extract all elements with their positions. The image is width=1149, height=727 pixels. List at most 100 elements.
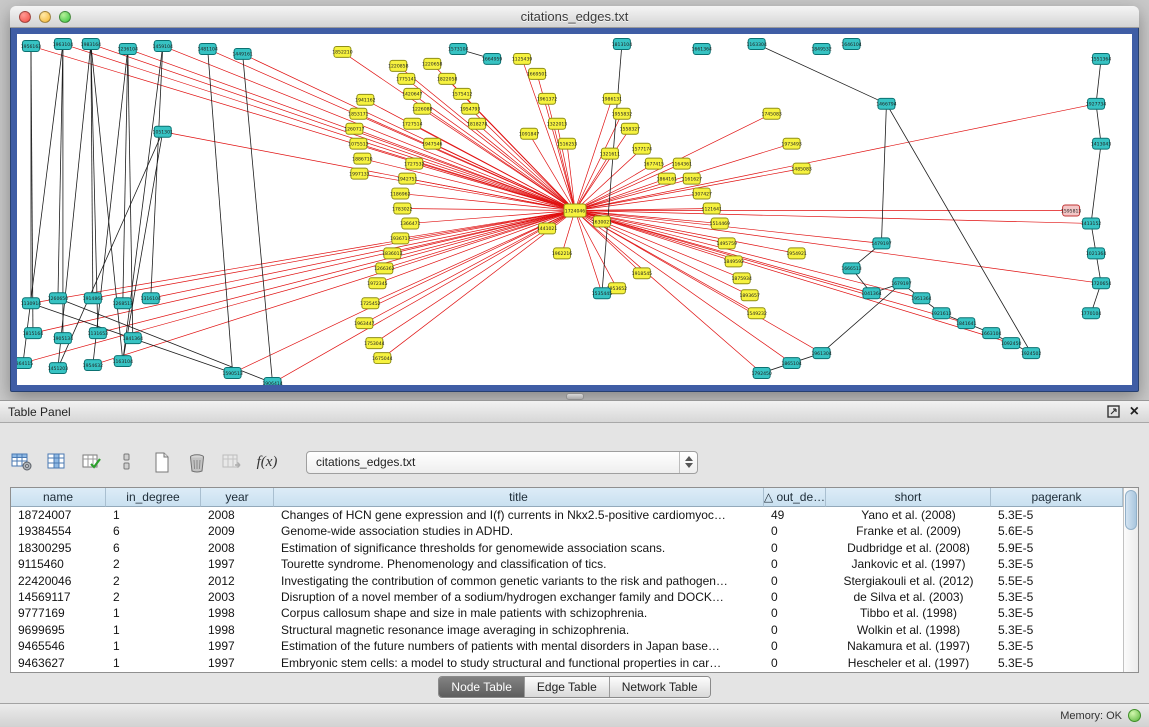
graph-edge-black[interactable] xyxy=(886,104,1031,353)
table-row[interactable]: 977716911998Corpus callosum shape and si… xyxy=(11,605,1123,621)
column-header[interactable]: △ out_de… xyxy=(764,488,826,507)
graph-edge-red[interactable] xyxy=(412,94,575,211)
graph-node[interactable]: 1745083 xyxy=(761,108,781,119)
graph-node[interactable]: 1549232 xyxy=(746,308,766,319)
graph-node[interactable]: 1420647 xyxy=(402,88,422,99)
graph-node[interactable]: 1186962 xyxy=(390,188,410,199)
graph-node[interactable]: 1558327 xyxy=(620,123,640,134)
graph-node[interactable]: 1986131 xyxy=(602,93,622,104)
graph-node[interactable]: 1841364 xyxy=(123,333,143,344)
graph-node[interactable]: 1125439 xyxy=(512,53,532,64)
graph-node[interactable]: 1783022 xyxy=(392,203,412,214)
table-row[interactable]: 2242004622012Investigating the contribut… xyxy=(11,573,1123,589)
graph-node[interactable]: 1921613 xyxy=(931,308,951,319)
table-validate-icon[interactable] xyxy=(80,450,104,474)
graph-node[interactable]: 1727514 xyxy=(402,118,422,129)
graph-node[interactable]: 1813104 xyxy=(612,38,632,49)
panel-resize-handle[interactable] xyxy=(566,393,584,400)
graph-node[interactable]: 1963447 xyxy=(354,318,374,329)
graph-node[interactable]: 1041364 xyxy=(861,288,881,299)
graph-edge-red[interactable] xyxy=(575,104,1096,211)
graph-node[interactable]: 1646104 xyxy=(841,38,861,49)
graph-node[interactable]: 1886710 xyxy=(352,153,372,164)
table-row[interactable]: 946554611997Estimation of the future num… xyxy=(11,638,1123,654)
graph-node[interactable]: 1679197 xyxy=(891,278,911,289)
column-header[interactable]: short xyxy=(826,488,991,507)
graph-node[interactable]: 1927734 xyxy=(1086,98,1106,109)
graph-node[interactable]: 1577174 xyxy=(632,143,652,154)
graph-node[interactable]: 1595813 xyxy=(1061,205,1081,216)
graph-node[interactable]: 1936717 xyxy=(390,233,410,244)
graph-node[interactable]: 1161627 xyxy=(682,173,702,184)
graph-node[interactable]: 1316104 xyxy=(141,293,161,304)
graph-node[interactable]: 1260717 xyxy=(344,123,364,134)
graph-node[interactable]: 1875934 xyxy=(731,273,751,284)
graph-node[interactable]: 1236104 xyxy=(118,43,138,54)
graph-node[interactable]: 1822058 xyxy=(437,73,457,84)
table-row[interactable]: 946362711997Embryonic stem cells: a mode… xyxy=(11,655,1123,671)
graph-node[interactable]: 1481104 xyxy=(197,43,217,54)
graph-node[interactable]: 1961304 xyxy=(811,348,831,359)
graph-node[interactable]: 1727532 xyxy=(404,158,424,169)
new-document-icon[interactable] xyxy=(150,450,174,474)
graph-node[interactable]: 1449161 xyxy=(232,48,252,59)
graph-node[interactable]: 1413152 xyxy=(1081,218,1101,229)
graph-node[interactable]: 1775141 xyxy=(396,73,416,84)
graph-node[interactable]: 1906414 xyxy=(262,378,282,385)
graph-node[interactable]: 1918545 xyxy=(632,268,652,279)
graph-edge-red[interactable] xyxy=(93,210,575,365)
graph-edge-black[interactable] xyxy=(58,44,63,298)
graph-node[interactable]: 1841641 xyxy=(956,318,976,329)
graph-node[interactable]: 1661364 xyxy=(692,43,712,54)
graph-node[interactable]: 1724046 xyxy=(564,204,586,217)
graph-edge-red[interactable] xyxy=(63,44,575,211)
graph-edge-black[interactable] xyxy=(1096,59,1101,104)
graph-node[interactable]: 1366471 xyxy=(400,218,420,229)
graph-node[interactable]: 1973493 xyxy=(781,138,801,149)
graph-edge-red[interactable] xyxy=(163,46,575,211)
graph-node[interactable]: 1514469 xyxy=(710,218,730,229)
graph-node[interactable]: 1677415 xyxy=(644,158,664,169)
table-row[interactable]: 1872400712008Changes of HCN gene express… xyxy=(11,507,1123,523)
graph-edge-black[interactable] xyxy=(128,49,133,338)
graph-node[interactable]: 1485083 xyxy=(791,163,811,174)
tab-edge-table[interactable]: Edge Table xyxy=(524,677,609,697)
graph-node[interactable]: 1163104 xyxy=(113,356,133,367)
column-header[interactable]: in_degree xyxy=(106,488,201,507)
graph-node[interactable]: 1914864 xyxy=(83,293,103,304)
graph-node[interactable]: 1864161 xyxy=(657,173,677,184)
graph-node[interactable]: 1669501 xyxy=(527,68,547,79)
graph-node[interactable]: 1413043 xyxy=(1091,138,1111,149)
graph-node[interactable]: 1226088 xyxy=(412,103,432,114)
graph-node[interactable]: 1947546 xyxy=(422,138,442,149)
graph-node[interactable]: 1942751 xyxy=(397,173,417,184)
graph-node[interactable]: 1753044 xyxy=(364,338,384,349)
graph-node[interactable]: 1551364 xyxy=(1091,53,1111,64)
table-row[interactable]: 1830029562008Estimation of significance … xyxy=(11,540,1123,556)
graph-edge-black[interactable] xyxy=(602,44,622,293)
graph-node[interactable]: 1962216 xyxy=(552,248,572,259)
graph-node[interactable]: 1770104 xyxy=(1081,308,1101,319)
graph-edge-red[interactable] xyxy=(575,210,921,298)
graph-node[interactable]: 1164361 xyxy=(672,158,692,169)
graph-node[interactable]: 1021364 xyxy=(1086,248,1106,259)
table-row[interactable]: 969969511998Structural magnetic resonanc… xyxy=(11,622,1123,638)
graph-node[interactable]: 1495759 xyxy=(717,238,737,249)
graph-node[interactable]: 1131653 xyxy=(88,328,108,339)
graph-node[interactable]: 1321611 xyxy=(600,148,620,159)
row-tools-icon[interactable] xyxy=(115,450,139,474)
graph-node[interactable]: 1997133 xyxy=(349,168,369,179)
graph-edge-red[interactable] xyxy=(208,49,575,211)
graph-node[interactable]: 1924502 xyxy=(1021,348,1041,359)
graph-node[interactable]: 1836013 xyxy=(382,248,402,259)
graph-edge-red[interactable] xyxy=(575,210,822,353)
graph-node[interactable]: 1266362 xyxy=(374,263,394,274)
graph-edge-black[interactable] xyxy=(243,54,273,383)
graph-node[interactable]: 1954632 xyxy=(83,360,103,371)
table-row[interactable]: 911546021997Tourette syndrome. Phenomeno… xyxy=(11,556,1123,572)
function-builder-icon[interactable]: f(x) xyxy=(255,450,279,474)
graph-node[interactable]: 1951364 xyxy=(911,293,931,304)
graph-node[interactable]: 1268513 xyxy=(113,298,133,309)
graph-node[interactable]: 1459104 xyxy=(153,40,173,51)
graph-edge-red[interactable] xyxy=(412,124,575,211)
